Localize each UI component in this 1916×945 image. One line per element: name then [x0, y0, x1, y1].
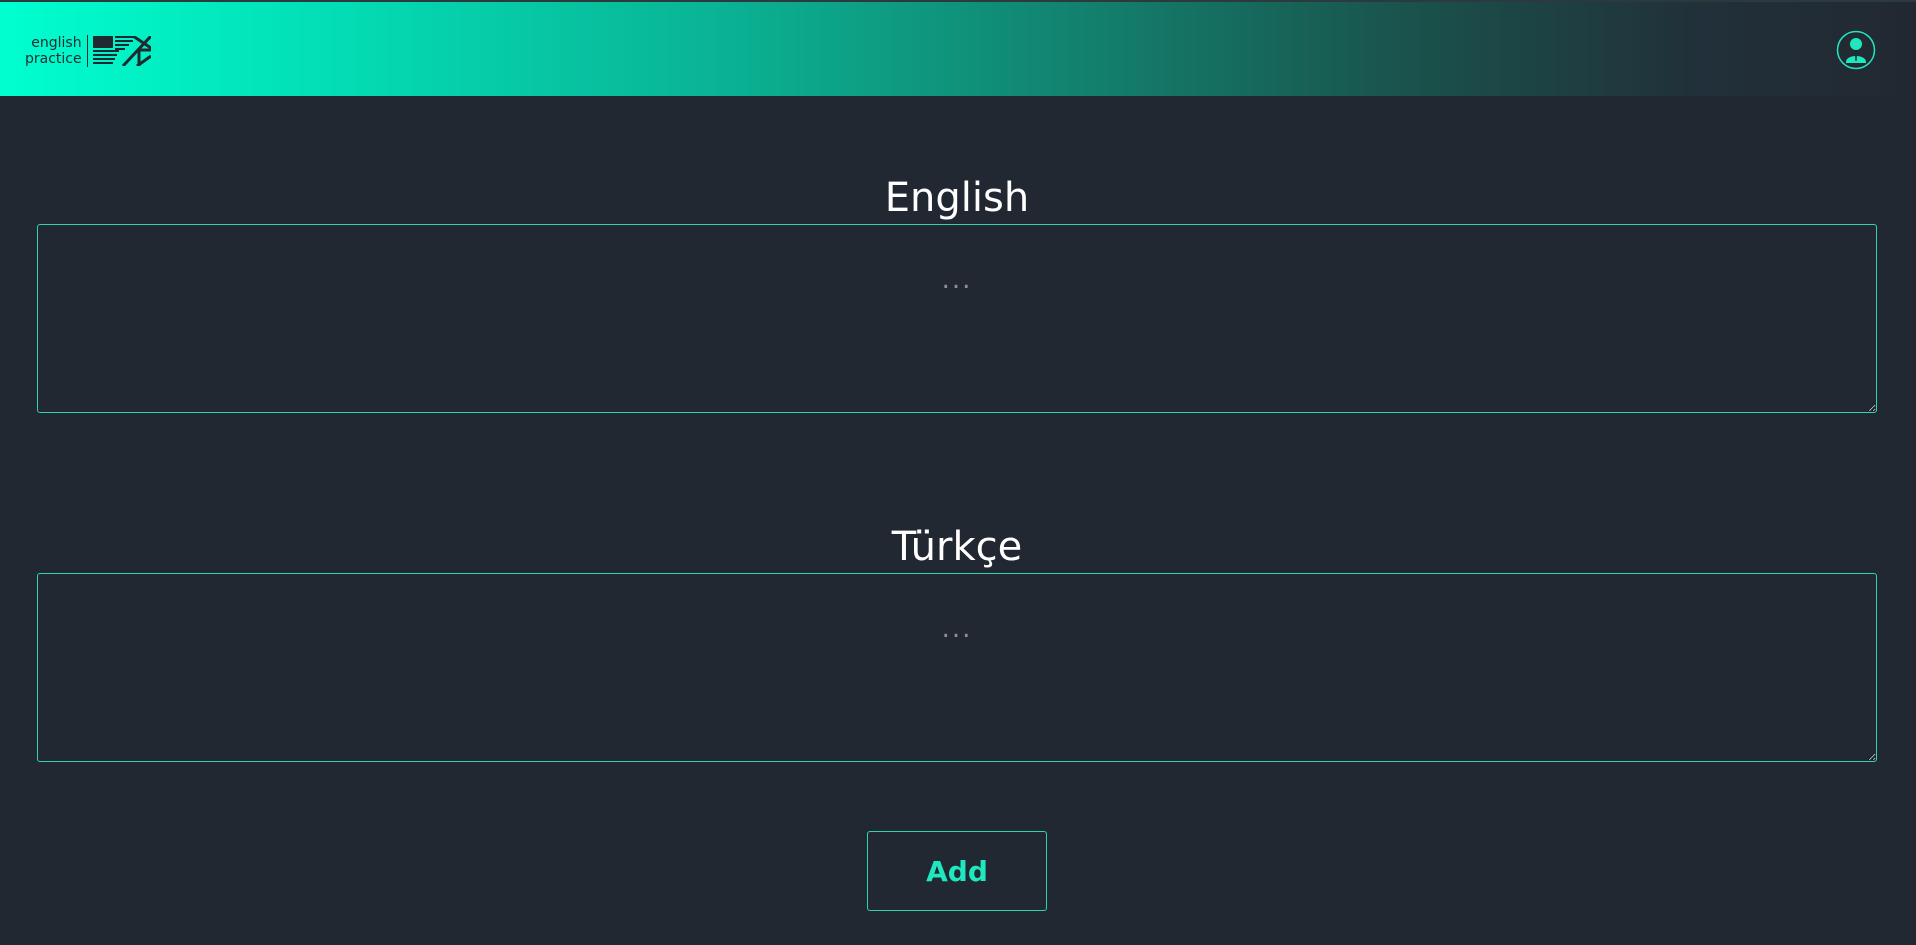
english-section: English: [37, 172, 1877, 413]
us-uk-flag-icon: [92, 36, 151, 66]
logo-line-2: practice: [25, 51, 82, 67]
turkish-section: Türkçe: [37, 521, 1877, 762]
user-avatar-icon[interactable]: [1836, 30, 1876, 70]
logo-text: english practice: [25, 35, 88, 67]
turkish-label: Türkçe: [891, 524, 1023, 570]
logo-line-1: english: [31, 35, 82, 51]
turkish-input[interactable]: [37, 573, 1877, 762]
add-button[interactable]: Add: [867, 831, 1047, 911]
app-logo[interactable]: english practice: [25, 35, 151, 67]
top-bar: english practice: [0, 0, 1916, 96]
english-input[interactable]: [37, 224, 1877, 413]
english-label: English: [884, 175, 1030, 221]
